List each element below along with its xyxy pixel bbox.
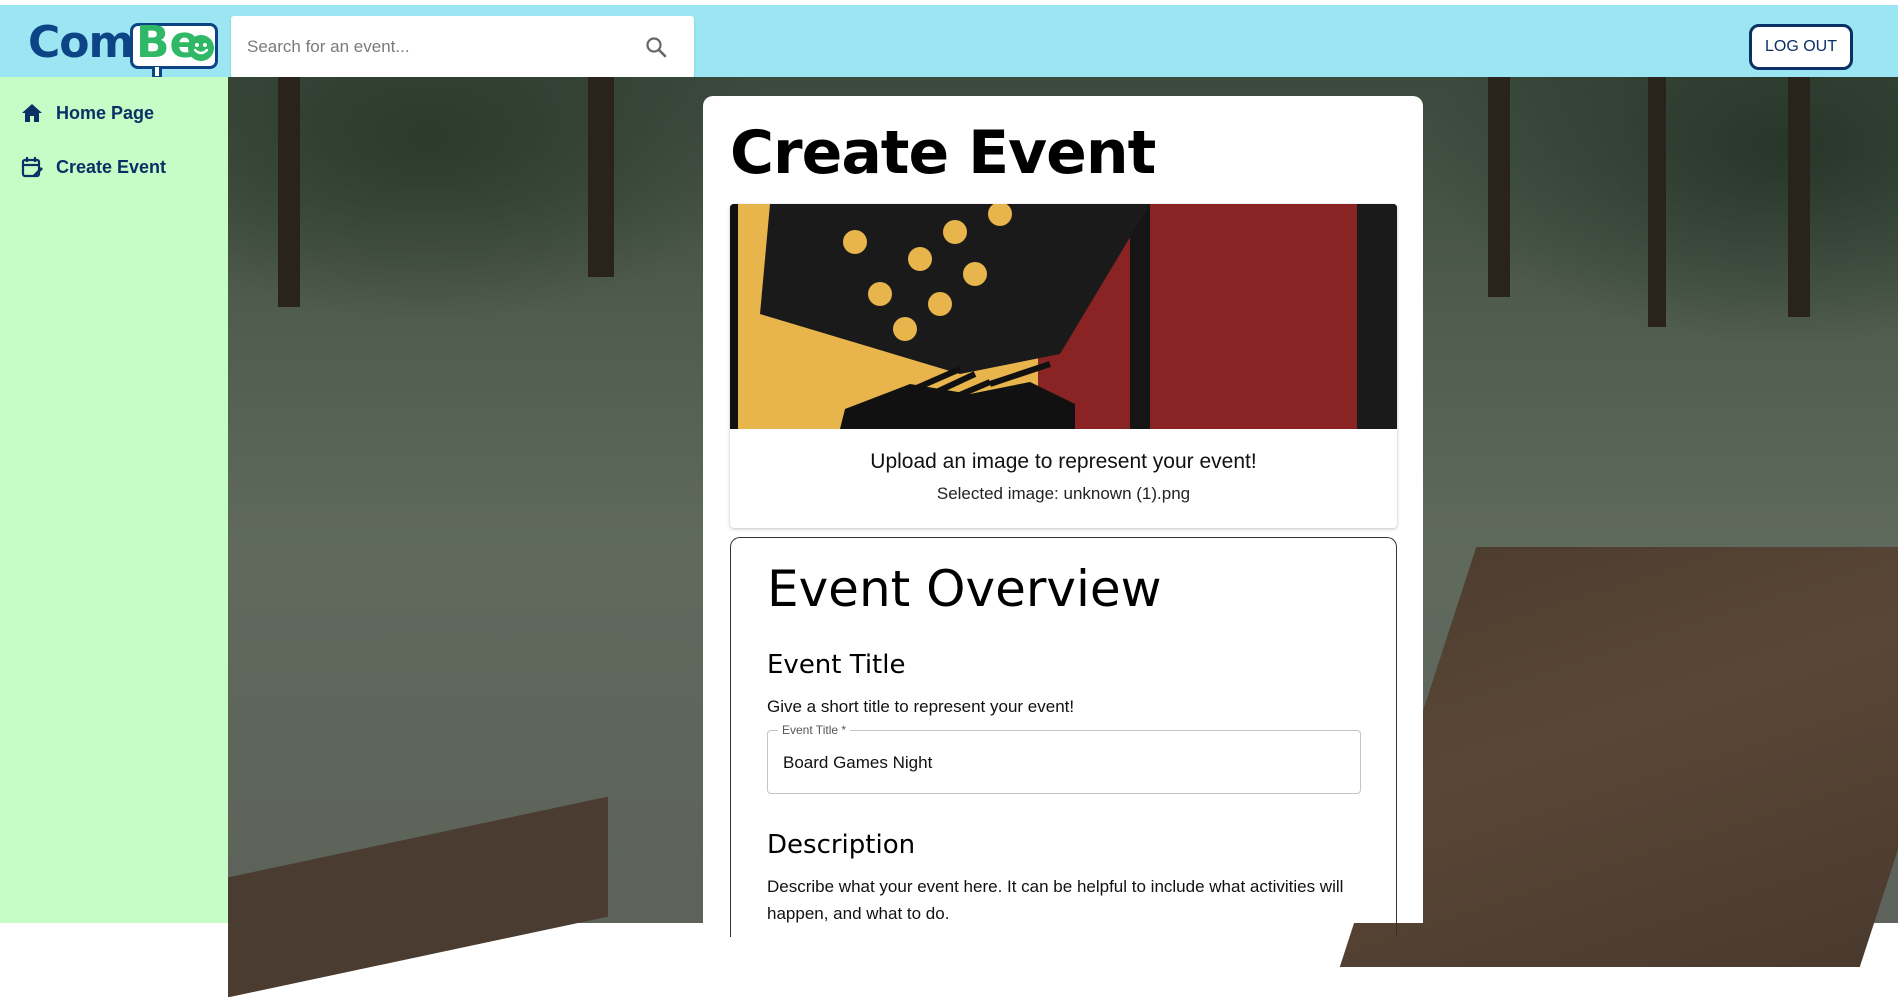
sidebar-item-label: Create Event bbox=[56, 156, 167, 177]
page-title: Create Event bbox=[730, 118, 1156, 188]
top-bar: Com Be LOG OUT bbox=[0, 5, 1898, 79]
overview-heading: Event Overview bbox=[767, 560, 1162, 618]
selected-image-label: Selected image: unknown (1).png bbox=[936, 484, 1191, 503]
image-upload-box[interactable]: Upload an image to represent your event!… bbox=[730, 204, 1397, 528]
event-title-input[interactable] bbox=[783, 751, 1343, 775]
search-icon[interactable] bbox=[644, 35, 668, 59]
picnic-table bbox=[228, 796, 608, 997]
upload-prompt: Upload an image to represent your event! bbox=[870, 450, 1257, 473]
tree-trunk bbox=[278, 77, 300, 307]
create-event-card: Create Event Upload an image to represen… bbox=[703, 96, 1423, 937]
event-title-field: Event Title * bbox=[767, 723, 1361, 794]
sidebar: Home Page Create Event bbox=[0, 77, 228, 923]
logo-text-com: Com bbox=[28, 17, 134, 68]
search-input[interactable] bbox=[247, 33, 627, 61]
event-image-preview bbox=[730, 204, 1397, 429]
event-overview-section: Event Overview Event Title Give a short … bbox=[730, 537, 1397, 937]
event-title-field-label: Event Title * bbox=[778, 723, 851, 737]
smiley-icon bbox=[188, 35, 214, 61]
calendar-edit-icon bbox=[21, 157, 43, 178]
description-heading: Description bbox=[767, 830, 916, 860]
tree-trunk bbox=[1488, 77, 1510, 297]
home-icon bbox=[22, 104, 42, 122]
tree-trunk bbox=[1648, 77, 1666, 327]
sidebar-item-create-event[interactable]: Create Event bbox=[20, 152, 166, 182]
picnic-table bbox=[1339, 547, 1898, 967]
sidebar-item-label: Home Page bbox=[56, 102, 155, 123]
search-bar bbox=[231, 16, 694, 78]
event-title-help-text: Give a short title to represent your eve… bbox=[767, 697, 1075, 716]
description-help-text: Describe what your event here. It can be… bbox=[767, 877, 1344, 923]
combe-logo[interactable]: Com Be bbox=[28, 13, 218, 79]
event-title-heading: Event Title bbox=[767, 650, 906, 680]
sidebar-item-home-page[interactable]: Home Page bbox=[20, 98, 154, 128]
tree-trunk bbox=[1788, 77, 1810, 317]
logout-button[interactable]: LOG OUT bbox=[1749, 24, 1853, 70]
tree-trunk bbox=[588, 77, 614, 277]
